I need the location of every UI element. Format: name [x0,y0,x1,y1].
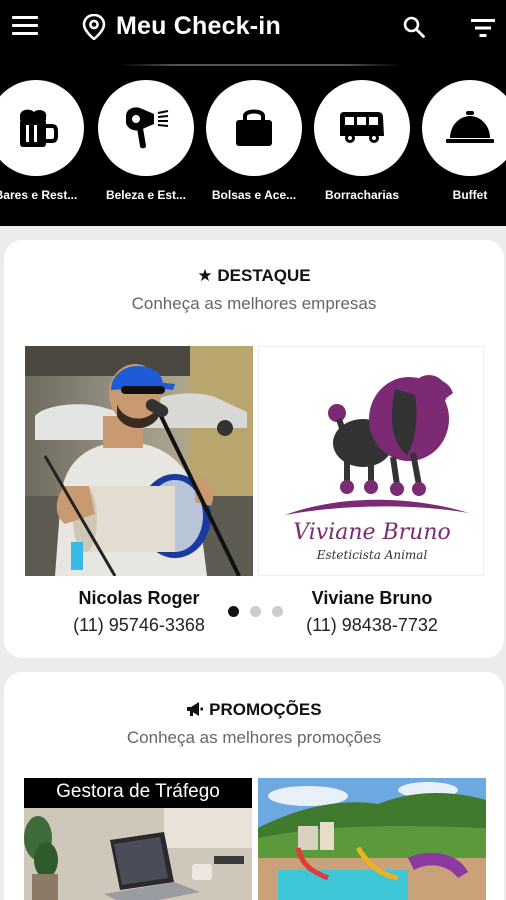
category-label: Beleza e Est... [105,188,187,202]
water-park-photo [258,778,486,900]
megaphone-icon [186,701,204,722]
category-bolsas[interactable]: Bolsas e Ace... [206,80,302,202]
musician-photo [25,346,253,576]
cloche-icon [446,111,494,143]
promotions-title: PROMOÇÕES [209,700,322,719]
promotion-item[interactable]: Gestora de Tráfego [24,778,252,900]
featured-subtitle: Conheça as melhores empresas [131,294,377,313]
filter-icon[interactable] [470,17,496,39]
pager-dot[interactable] [228,606,239,617]
pager-dot[interactable] [250,606,261,617]
featured-name: Viviane Bruno [311,588,433,608]
category-buffet[interactable]: Buffet [422,80,506,202]
category-strip[interactable]: Bares e Rest... Beleza e Est... Bolsas e… [0,66,506,226]
promotions-subtitle: Conheça as melhores promoções [126,728,382,747]
poodle-logo: Viviane Bruno Esteticista Animal [259,347,483,575]
promotions-card: PROMOÇÕES Conheça as melhores promoções … [4,672,504,900]
menu-icon[interactable] [12,16,38,38]
app-bar: Meu Check-in [0,0,506,67]
location-pin-icon [82,14,106,40]
app-title: Meu Check-in [116,12,281,40]
featured-phone[interactable]: (11) 98438-7732 [258,615,486,636]
promotions-title-row: PROMOÇÕES [4,700,504,722]
category-label: Bolsas e Ace... [211,188,297,202]
van-icon [340,112,384,143]
search-icon[interactable] [402,15,426,39]
logo-subtext: Esteticista Animal [316,548,428,562]
featured-photo-nicolas[interactable] [25,346,253,576]
featured-photo-viviane[interactable]: Viviane Bruno Esteticista Animal [258,346,484,576]
featured-phone[interactable]: (11) 95746-3368 [25,615,253,636]
featured-title: DESTAQUE [217,266,311,285]
featured-name: Nicolas Roger [78,588,200,608]
star-icon: ★ [197,266,218,285]
category-label: Bares e Rest... [0,188,78,202]
category-label: Buffet [452,188,488,202]
category-borracharias[interactable]: Borracharias [314,80,410,202]
hair-dryer-icon [126,107,169,149]
promotion-caption: Gestora de Tráfego [24,778,252,808]
promotion-item[interactable] [258,778,486,900]
category-bares[interactable]: Bares e Rest... [0,80,84,202]
featured-card: ★ DESTAQUE Conheça as melhores empresas [4,240,504,658]
handbag-icon [236,109,272,146]
category-beleza[interactable]: Beleza e Est... [98,80,194,202]
pager-dots[interactable] [224,606,284,618]
beer-mug-icon [20,109,58,147]
pager-dot[interactable] [272,606,283,617]
featured-title-row: ★ DESTAQUE [4,266,504,286]
logo-text: Viviane Bruno [293,520,451,545]
category-label: Borracharias [324,188,400,202]
